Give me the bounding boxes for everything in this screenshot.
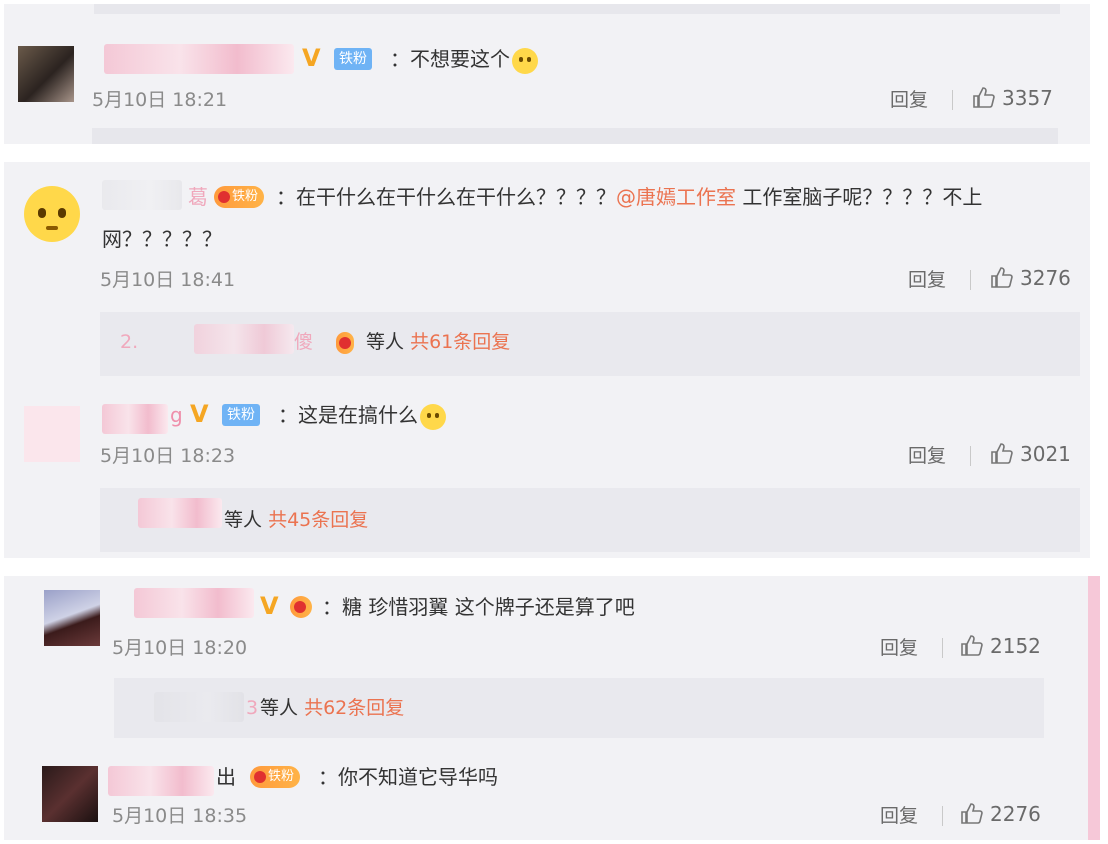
sub-reply-people: 等人 (224, 509, 263, 531)
avatar[interactable] (42, 766, 98, 822)
avatar[interactable] (18, 46, 74, 102)
username-tail: g (170, 403, 183, 427)
reply-button[interactable]: 回复 (880, 636, 918, 660)
separator (942, 806, 943, 826)
comment-time: 5月10日 18:35 (112, 805, 248, 827)
separator (942, 638, 943, 658)
username-blurred[interactable] (102, 180, 182, 210)
thumbs-up-icon (991, 443, 1013, 464)
like-button[interactable]: 3357 (972, 86, 1053, 110)
fan-badge: 铁粉 (214, 186, 265, 208)
username-tail: 葛 (188, 185, 208, 209)
like-button[interactable]: 2152 (960, 634, 1041, 658)
mention-link[interactable]: @唐嫣工作室 (616, 185, 736, 209)
username-blurred[interactable] (108, 766, 214, 796)
divider (92, 128, 1058, 144)
like-count: 2152 (990, 634, 1041, 658)
thumbs-up-icon (961, 803, 983, 824)
comment-time: 5月10日 18:41 (100, 269, 236, 291)
reply-button[interactable]: 回复 (880, 804, 918, 828)
thumbs-up-icon (991, 267, 1013, 288)
username-blurred[interactable] (134, 588, 254, 618)
like-count: 2276 (990, 802, 1041, 826)
sub-replies[interactable]: 等人 共45条回复 (100, 488, 1080, 552)
sub-reply-name-tail: 3 (246, 697, 259, 719)
crown-badge-icon (290, 596, 312, 618)
comment-text-after: 工作室脑子呢？？？？不上 (736, 185, 983, 209)
divider (94, 4, 1060, 14)
sub-reply-count-link[interactable]: 共61条回复 (410, 331, 510, 353)
crown-icon (218, 191, 230, 203)
username-blurred[interactable] (102, 404, 168, 434)
comment-time: 5月10日 18:21 (92, 89, 228, 111)
fan-badge: 铁粉 (250, 766, 301, 788)
comment-time: 5月10日 18:20 (112, 637, 248, 659)
username-blurred (194, 324, 294, 354)
sub-reply-summary: 等人 共61条回复 (366, 328, 510, 356)
rolling-eyes-emoji-icon (512, 47, 538, 74)
sub-reply-name-tail: 傻 (294, 331, 314, 353)
thumbs-up-icon (973, 87, 995, 108)
username-blurred[interactable] (104, 44, 294, 74)
comment-card: V ：糖 珍惜羽翼 这个牌子还是算了吧 5月10日 18:20 回复 2152 … (4, 576, 1100, 840)
verified-v-icon: V (260, 592, 279, 620)
fan-badge: 铁粉 (334, 48, 372, 70)
comment-text-content: ：这是在搞什么 (278, 403, 418, 427)
separator (970, 446, 971, 466)
comment-text: ：在干什么在干什么在干什么？？？？@唐嫣工作室 工作室脑子呢？？？？不上 (276, 182, 982, 212)
comment-card: 葛 铁粉 ：在干什么在干什么在干什么？？？？@唐嫣工作室 工作室脑子呢？？？？不… (4, 162, 1090, 558)
reply-button[interactable]: 回复 (890, 88, 928, 112)
username-tail: 出 (216, 765, 236, 789)
sub-reply-summary: 等人 共45条回复 (224, 506, 368, 534)
username-blurred (138, 498, 222, 528)
sub-replies[interactable]: 3 等人 共62条回复 (114, 678, 1044, 738)
like-button[interactable]: 2276 (960, 802, 1041, 826)
like-count: 3276 (1020, 266, 1071, 290)
crown-badge-icon (336, 332, 354, 354)
sub-reply-count-link[interactable]: 共62条回复 (304, 697, 404, 719)
verified-v-icon: V (302, 44, 321, 72)
sub-reply-people: 等人 (260, 697, 299, 719)
avatar[interactable] (44, 590, 100, 646)
avatar[interactable] (24, 406, 80, 462)
sub-reply-name-fragment: 2. (120, 331, 139, 353)
like-count: 3357 (1002, 86, 1053, 110)
sub-reply-count-link[interactable]: 共45条回复 (268, 509, 368, 531)
comment-text-line2: 网？？？？？ (102, 227, 222, 251)
decorative-bar (1088, 576, 1100, 840)
comment-text: ：糖 珍惜羽翼 这个牌子还是算了吧 (322, 595, 635, 619)
sub-reply-people: 等人 (366, 331, 405, 353)
sub-replies[interactable]: 2. 傻 等人 共61条回复 (100, 312, 1080, 376)
comment-text: ：不想要这个 (390, 44, 538, 74)
like-button[interactable]: 3276 (990, 266, 1071, 290)
like-button[interactable]: 3021 (990, 442, 1071, 466)
verified-v-icon: V (190, 400, 209, 428)
username-blurred (154, 692, 244, 722)
separator (952, 90, 953, 110)
fan-badge: 铁粉 (222, 404, 260, 426)
reply-button[interactable]: 回复 (908, 444, 946, 468)
comment-text: ：这是在搞什么 (278, 400, 446, 430)
comment-card: V 铁粉 ：不想要这个 5月10日 18:21 回复 3357 (4, 4, 1090, 144)
like-count: 3021 (1020, 442, 1071, 466)
comment-text-content: ：不想要这个 (390, 47, 510, 71)
crown-icon (254, 771, 266, 783)
smiling-emoji-icon (420, 403, 446, 430)
comment-text: ：你不知道它导华吗 (318, 765, 498, 789)
sub-reply-summary: 等人 共62条回复 (260, 694, 404, 722)
avatar[interactable] (24, 186, 80, 242)
comment-text-before: ：在干什么在干什么在干什么？？？？ (276, 185, 616, 209)
reply-button[interactable]: 回复 (908, 268, 946, 292)
separator (970, 270, 971, 290)
comment-time: 5月10日 18:23 (100, 445, 236, 467)
thumbs-up-icon (961, 635, 983, 656)
fan-badge-label: 铁粉 (268, 769, 295, 784)
fan-badge-label: 铁粉 (232, 189, 259, 204)
